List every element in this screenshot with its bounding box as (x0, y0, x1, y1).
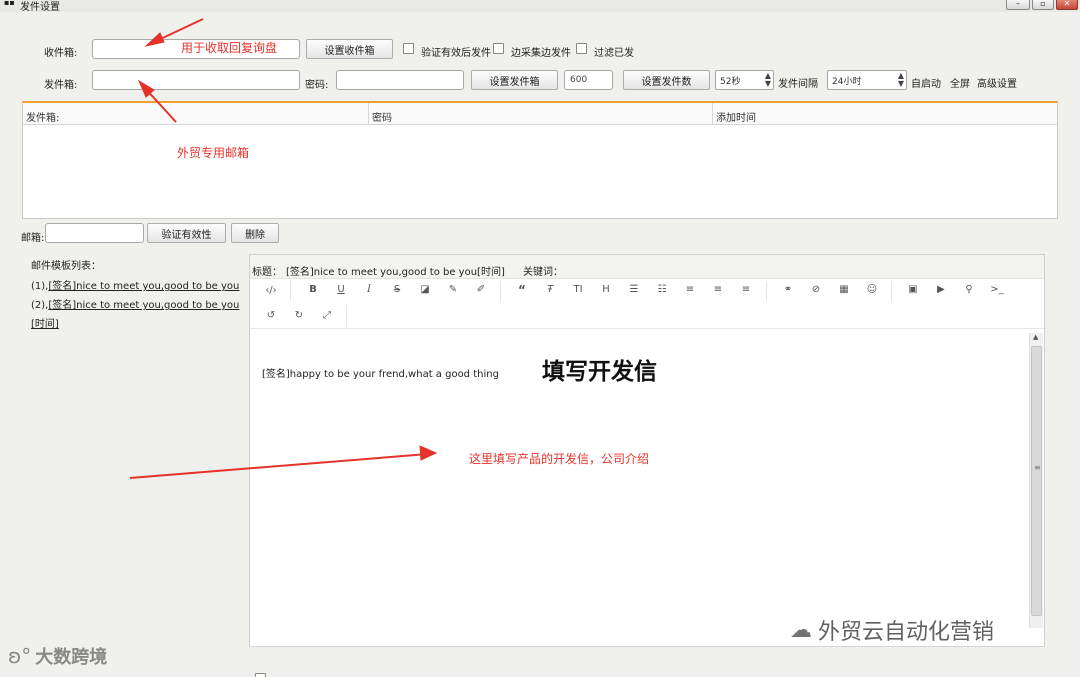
watermark-left: ʚ° 大数跨境 (8, 643, 107, 669)
body-annotation: 这里填写产品的开发信，公司介绍 (469, 452, 650, 466)
watermark-logo-icon: ʚ° (8, 644, 32, 668)
arrow-icon (137, 79, 177, 123)
letter-title-annotation: 填写开发信 (542, 359, 657, 385)
arrow-icon (129, 445, 438, 479)
watermark-right: ☁ 外贸云自动化营销 (790, 614, 994, 646)
wechat-icon: ☁ (790, 617, 812, 643)
sender-annotation: 外贸专用邮箱 (177, 146, 250, 160)
watermark-left-text: 大数跨境 (35, 647, 108, 668)
annotation-arrows (129, 18, 438, 479)
inbox-annotation: 用于收取回复询盘 (181, 41, 278, 55)
watermark-right-text: 外贸云自动化营销 (818, 620, 995, 645)
